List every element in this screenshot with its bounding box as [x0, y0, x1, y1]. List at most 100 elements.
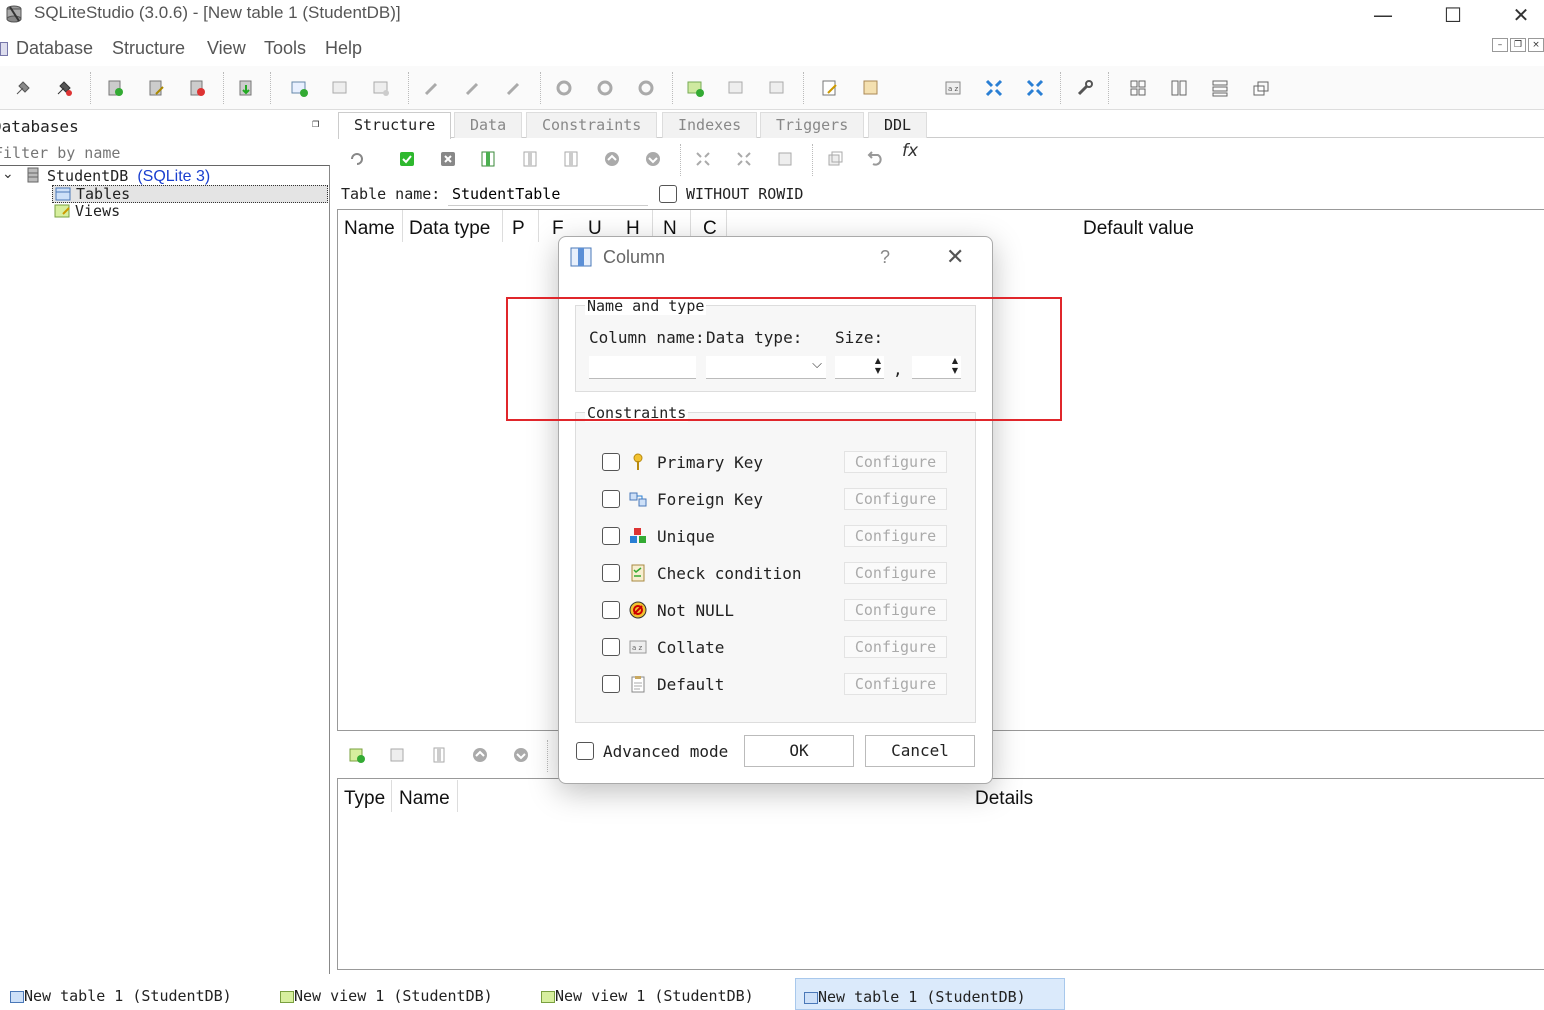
create-index-icon[interactable] [422, 78, 442, 98]
tree-item-studentdb[interactable]: StudentDB (SQLite 3) [47, 167, 210, 186]
tree-item-tables[interactable]: Tables [52, 185, 328, 203]
delete-view-icon[interactable] [767, 78, 787, 98]
menu-tools[interactable]: Tools [264, 38, 306, 59]
move-column-down-icon[interactable] [644, 150, 662, 168]
check-condition-configure-button[interactable]: Configure [844, 562, 947, 584]
task-new-table-1[interactable]: New table 1 (StudentDB) [2, 978, 238, 1010]
col-header-default-value[interactable]: Default value [1083, 218, 1194, 240]
create-similar-icon[interactable] [826, 150, 844, 168]
edit-trigger-icon[interactable] [595, 78, 615, 98]
edit-db-icon[interactable] [146, 78, 166, 98]
create-trigger-icon[interactable] [554, 78, 574, 98]
mdi-close-button[interactable]: × [1528, 38, 1544, 52]
delete-column-icon[interactable] [562, 150, 580, 168]
add-index-icon[interactable] [694, 150, 712, 168]
add-column-icon[interactable] [479, 150, 497, 168]
not-null-checkbox[interactable] [602, 601, 620, 619]
col-header-p[interactable]: P [512, 218, 525, 240]
import-data-icon[interactable] [776, 150, 794, 168]
edit-table-icon[interactable] [330, 78, 350, 98]
constraints-grid[interactable] [337, 778, 1544, 970]
tab-indexes[interactable]: Indexes [662, 112, 758, 138]
edit-index-icon[interactable] [463, 78, 483, 98]
mdi-minimize-button[interactable]: – [1492, 38, 1508, 52]
cons-header-details[interactable]: Details [975, 788, 1033, 810]
col-header-data-type[interactable]: Data type [409, 218, 490, 240]
table-name-input[interactable] [448, 182, 648, 206]
tree-item-views[interactable]: Views [52, 202, 252, 221]
add-trigger-icon[interactable] [735, 150, 753, 168]
cons-header-name[interactable]: Name [399, 788, 450, 810]
tab-constraints[interactable]: Constraints [526, 112, 658, 138]
edit-view-icon[interactable] [726, 78, 746, 98]
menu-help[interactable]: Help [325, 38, 362, 59]
default-checkbox[interactable] [602, 675, 620, 693]
create-table-icon[interactable] [289, 78, 309, 98]
cancel-button[interactable]: Cancel [865, 735, 975, 767]
menu-view[interactable]: View [207, 38, 246, 59]
task-new-view-1-b[interactable]: New view 1 (StudentDB) [533, 978, 760, 1010]
collate-checkbox[interactable] [602, 638, 620, 656]
connect-db-icon[interactable] [13, 78, 33, 98]
tab-triggers[interactable]: Triggers [760, 112, 865, 138]
foreign-key-configure-button[interactable]: Configure [844, 488, 947, 510]
tree-expand-icon[interactable]: ⌄ [2, 166, 14, 182]
mdi-restore-button[interactable]: ❐ [1510, 38, 1526, 52]
dialog-help-button[interactable]: ? [880, 247, 890, 268]
delete-trigger-icon[interactable] [636, 78, 656, 98]
tab-ddl[interactable]: DDL [868, 112, 928, 138]
move-constraint-down-icon[interactable] [512, 746, 530, 764]
extensions-icon[interactable] [984, 78, 1004, 98]
move-constraint-up-icon[interactable] [471, 746, 489, 764]
edit-column-icon[interactable] [521, 150, 539, 168]
task-new-view-1[interactable]: New view 1 (StudentDB) [272, 978, 499, 1010]
tab-structure[interactable]: Structure [338, 112, 452, 139]
collate-configure-button[interactable]: Configure [844, 636, 947, 658]
disconnect-db-icon[interactable] [54, 78, 74, 98]
delete-constraint-icon[interactable] [430, 746, 448, 764]
functions-icon[interactable]: fx [902, 141, 918, 161]
edit-constraint-icon[interactable] [389, 746, 407, 764]
snippets-icon[interactable] [1025, 78, 1045, 98]
close-button[interactable]: ✕ [1498, 0, 1544, 30]
refresh-structure-icon[interactable] [348, 150, 366, 168]
minimize-button[interactable]: — [1360, 0, 1406, 30]
without-rowid-checkbox[interactable] [659, 185, 677, 203]
tile-windows-icon[interactable] [1128, 78, 1148, 98]
foreign-key-checkbox[interactable] [602, 490, 620, 508]
tab-data[interactable]: Data [454, 112, 523, 138]
add-constraint-icon[interactable] [348, 746, 366, 764]
ddl-history-icon[interactable] [861, 78, 881, 98]
move-column-up-icon[interactable] [603, 150, 621, 168]
primary-key-checkbox[interactable] [602, 453, 620, 471]
menu-database[interactable]: Database [16, 38, 93, 59]
float-panel-icon[interactable]: ❐ [312, 116, 319, 130]
reset-structure-icon[interactable] [867, 150, 885, 168]
tile-vertical-icon[interactable] [1210, 78, 1230, 98]
menu-structure[interactable]: Structure [112, 38, 185, 59]
cons-header-type[interactable]: Type [344, 788, 385, 810]
maximize-button[interactable]: ☐ [1430, 0, 1476, 30]
default-configure-button[interactable]: Configure [844, 673, 947, 695]
remove-db-icon[interactable] [187, 78, 207, 98]
delete-index-icon[interactable] [504, 78, 524, 98]
filter-input[interactable] [0, 141, 322, 165]
commit-structure-icon[interactable] [398, 150, 416, 168]
task-new-table-1-active[interactable]: New table 1 (StudentDB) [795, 978, 1065, 1010]
import-icon[interactable] [236, 78, 256, 98]
tile-horizontal-icon[interactable] [1169, 78, 1189, 98]
config-icon[interactable] [1075, 78, 1095, 98]
unique-configure-button[interactable]: Configure [844, 525, 947, 547]
primary-key-configure-button[interactable]: Configure [844, 451, 947, 473]
delete-table-icon[interactable] [371, 78, 391, 98]
create-view-icon[interactable] [685, 78, 705, 98]
collations-icon[interactable]: a z [943, 78, 963, 98]
cascade-windows-icon[interactable] [1251, 78, 1271, 98]
check-condition-checkbox[interactable] [602, 564, 620, 582]
advanced-mode-checkbox[interactable] [576, 742, 594, 760]
col-header-name[interactable]: Name [344, 218, 395, 240]
sql-editor-icon[interactable] [820, 78, 840, 98]
unique-checkbox[interactable] [602, 527, 620, 545]
dialog-close-button[interactable]: ✕ [946, 244, 964, 270]
add-db-icon[interactable] [105, 78, 125, 98]
